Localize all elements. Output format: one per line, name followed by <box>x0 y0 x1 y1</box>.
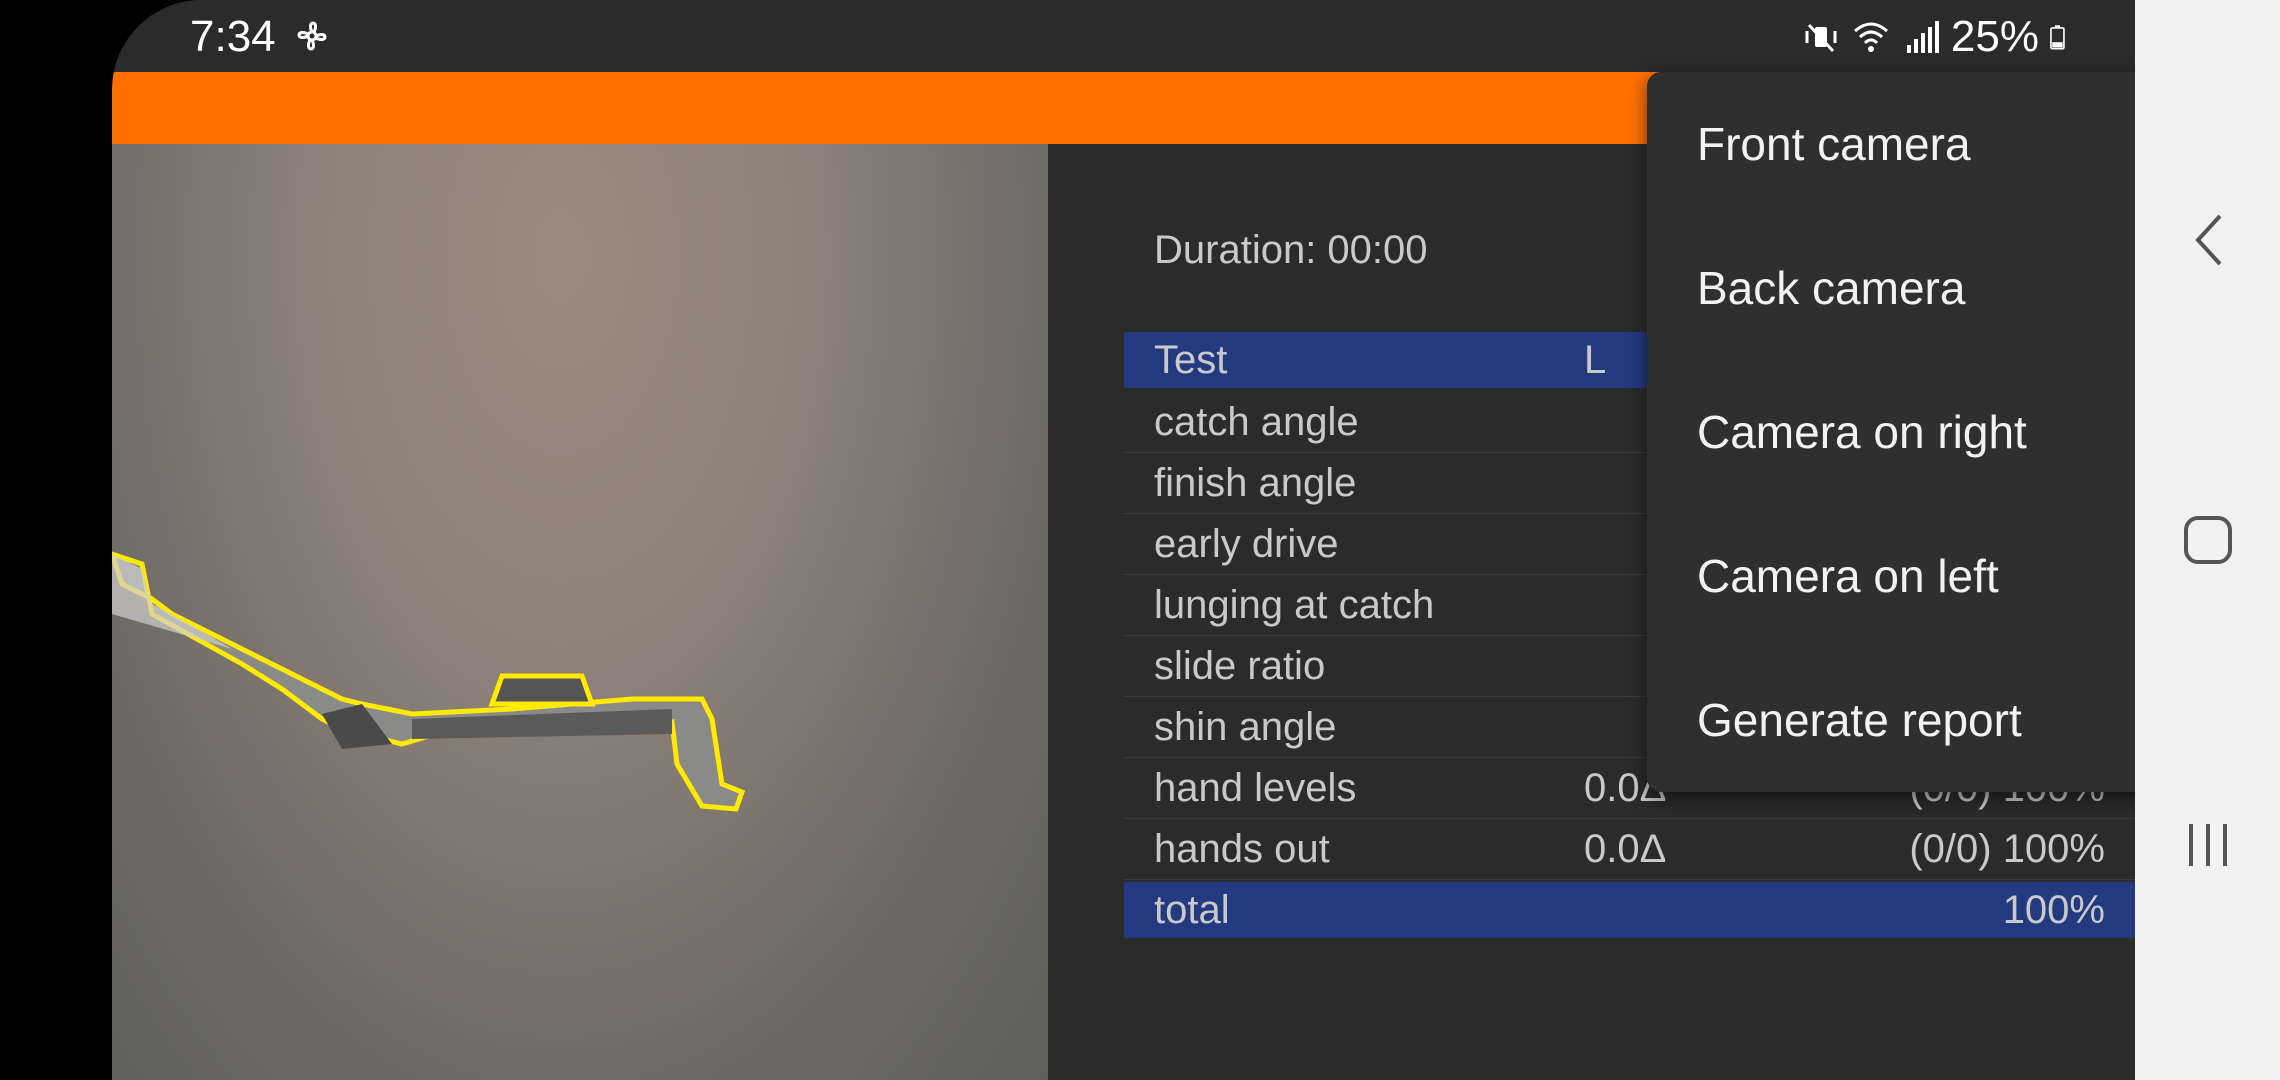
system-nav-bar <box>2135 0 2280 1080</box>
status-time: 7:34 <box>190 12 276 61</box>
menu-item-camera-on-right[interactable]: Camera on right <box>1647 360 2135 504</box>
rowing-machine-outline <box>112 551 746 812</box>
row-label: hands out <box>1154 826 1330 871</box>
app-window: 7:34 25% Duration: 00:00 Test L catch an… <box>112 0 2135 1080</box>
menu-item-camera-on-left[interactable]: Camera on left <box>1647 504 2135 648</box>
back-button[interactable] <box>2165 200 2250 280</box>
row-label: finish angle <box>1154 460 1357 505</box>
battery-percent: 25% <box>1950 12 2039 61</box>
row-label: hand levels <box>1154 765 1357 810</box>
total-score: 100% <box>2002 887 2105 932</box>
row-score: (0/0) 100% <box>1909 826 2105 871</box>
menu-item-front-camera[interactable]: Front camera <box>1647 72 2135 216</box>
home-button[interactable] <box>2165 500 2250 580</box>
recents-icon <box>2188 824 2227 866</box>
row-value: 0.0Δ <box>1584 826 1667 871</box>
menu-item-back-camera[interactable]: Back camera <box>1647 216 2135 360</box>
fan-icon <box>297 21 327 51</box>
overflow-menu: Front camera Back camera Camera on right… <box>1647 72 2135 792</box>
mute-icon <box>1805 23 1837 53</box>
status-icons: 25% <box>1801 12 2075 62</box>
wifi-icon <box>1853 22 1888 52</box>
row-label: slide ratio <box>1154 643 1326 688</box>
home-icon <box>2183 516 2232 564</box>
menu-item-generate-report[interactable]: Generate report <box>1647 648 2135 792</box>
table-row: hands out 0.0Δ (0/0) 100% <box>1124 819 2135 880</box>
duration-label: Duration: 00:00 <box>1154 228 1428 272</box>
signal-icon <box>1906 21 1939 53</box>
camera-preview <box>112 144 1048 1080</box>
table-total-row: total 100% <box>1124 882 2135 938</box>
header-test: Test <box>1154 337 1228 382</box>
row-label: catch angle <box>1154 399 1359 444</box>
recents-button[interactable] <box>2165 805 2250 885</box>
battery-icon <box>2050 25 2065 50</box>
status-bar: 7:34 25% <box>112 0 2135 72</box>
header-col2: L <box>1584 337 1607 382</box>
row-label: lunging at catch <box>1154 582 1435 627</box>
back-icon <box>2194 214 2221 266</box>
total-label: total <box>1154 887 1230 932</box>
row-label: shin angle <box>1154 704 1337 749</box>
row-label: early drive <box>1154 521 1339 566</box>
